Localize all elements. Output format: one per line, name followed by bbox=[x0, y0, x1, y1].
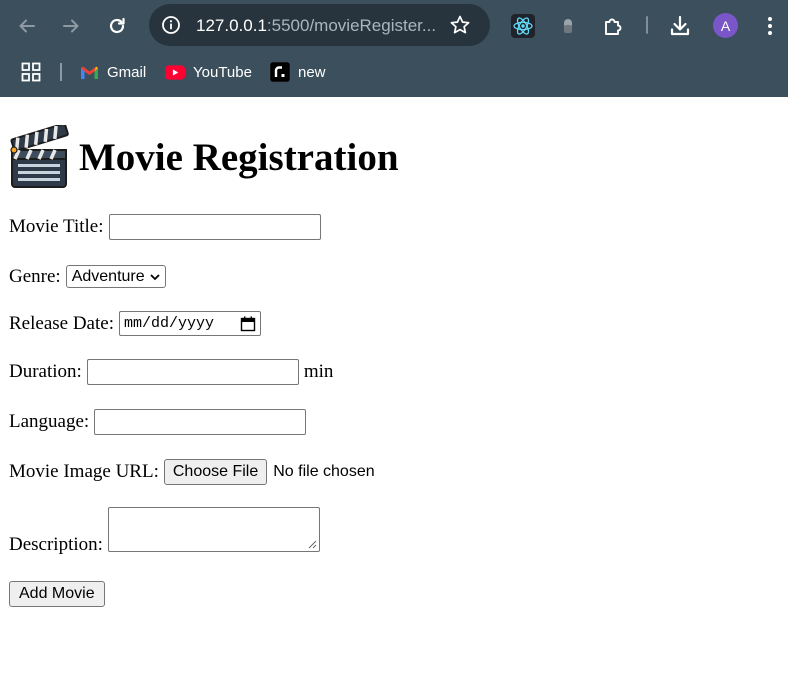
description-label: Description: bbox=[9, 534, 103, 555]
calendar-icon[interactable] bbox=[240, 316, 256, 332]
arrow-right-icon bbox=[63, 19, 79, 33]
genre-selected-value: Adventure bbox=[71, 267, 145, 285]
file-status-text: No file chosen bbox=[273, 463, 375, 480]
description-row: Description: bbox=[9, 507, 320, 555]
genre-row: Genre: Adventure bbox=[9, 265, 166, 288]
bookmark-label: YouTube bbox=[193, 63, 252, 81]
reload-button[interactable] bbox=[100, 9, 134, 43]
chevron-down-icon bbox=[150, 273, 160, 280]
bookmark-gmail[interactable]: Gmail bbox=[79, 60, 146, 84]
browser-toolbar: 127.0.0.1:5500/movieRegister... A bbox=[0, 0, 788, 52]
back-button[interactable] bbox=[10, 9, 44, 43]
new-site-icon bbox=[270, 62, 290, 82]
extension-grey-icon[interactable] bbox=[556, 14, 580, 38]
gmail-icon bbox=[79, 62, 99, 82]
bookmark-youtube[interactable]: YouTube bbox=[165, 60, 252, 84]
react-devtools-icon[interactable] bbox=[511, 14, 535, 38]
menu-kebab-icon[interactable] bbox=[758, 14, 782, 38]
page-title: Movie Registration bbox=[9, 122, 399, 192]
browser-chrome: 127.0.0.1:5500/movieRegister... A Gmail … bbox=[0, 0, 788, 97]
language-label: Language: bbox=[9, 411, 90, 432]
movie-title-label: Movie Title: bbox=[9, 216, 104, 237]
bookmark-label: Gmail bbox=[107, 63, 147, 81]
language-input[interactable] bbox=[94, 409, 307, 435]
genre-label: Genre: bbox=[9, 265, 61, 287]
toolbar-divider bbox=[646, 16, 648, 34]
bookmarks-divider bbox=[60, 63, 62, 81]
bookmarks-bar: Gmail YouTube new bbox=[0, 52, 788, 92]
arrow-left-icon bbox=[19, 19, 35, 33]
release-date-label: Release Date: bbox=[9, 312, 114, 334]
description-textarea[interactable] bbox=[107, 507, 320, 552]
youtube-icon bbox=[165, 62, 185, 82]
movie-image-row: Movie Image URL: Choose File No file cho… bbox=[9, 459, 375, 485]
page-content: Movie Registration Movie Title: Genre: A… bbox=[0, 97, 788, 688]
url-host: 127.0.0.1 bbox=[196, 16, 267, 35]
duration-label: Duration: bbox=[9, 361, 82, 382]
choose-file-button[interactable]: Choose File bbox=[163, 459, 268, 485]
url-text[interactable]: 127.0.0.1:5500/movieRegister... bbox=[196, 16, 441, 36]
apps-grid-icon[interactable] bbox=[21, 62, 41, 82]
duration-unit: min bbox=[303, 361, 334, 382]
reload-icon bbox=[109, 17, 125, 34]
release-date-placeholder: mm/dd/yyyy bbox=[123, 315, 214, 332]
forward-button[interactable] bbox=[54, 9, 88, 43]
duration-input[interactable] bbox=[86, 359, 299, 385]
duration-row: Duration: min bbox=[9, 359, 333, 385]
movie-title-row: Movie Title: bbox=[9, 214, 321, 240]
movie-image-label: Movie Image URL: bbox=[9, 461, 159, 482]
release-date-row: Release Date: mm/dd/yyyy bbox=[9, 311, 261, 336]
url-path: :5500/movieRegister... bbox=[266, 16, 437, 35]
page-title-text: Movie Registration bbox=[79, 135, 399, 179]
extensions-puzzle-icon[interactable] bbox=[601, 14, 625, 38]
language-row: Language: bbox=[9, 409, 307, 435]
bookmark-new[interactable]: new bbox=[270, 60, 326, 84]
genre-select[interactable]: Adventure bbox=[65, 265, 166, 288]
bookmark-star-icon[interactable] bbox=[448, 13, 472, 37]
address-bar[interactable]: 127.0.0.1:5500/movieRegister... bbox=[149, 4, 490, 46]
resize-grip-icon[interactable] bbox=[308, 540, 317, 549]
clapperboard-icon bbox=[10, 125, 69, 188]
add-movie-button[interactable]: Add Movie bbox=[9, 581, 105, 607]
bookmark-label: new bbox=[298, 63, 326, 81]
site-info-icon[interactable] bbox=[159, 13, 183, 37]
profile-avatar[interactable]: A bbox=[713, 13, 738, 38]
movie-title-input[interactable] bbox=[108, 214, 321, 240]
release-date-input[interactable]: mm/dd/yyyy bbox=[118, 311, 261, 336]
download-icon[interactable] bbox=[668, 14, 692, 38]
